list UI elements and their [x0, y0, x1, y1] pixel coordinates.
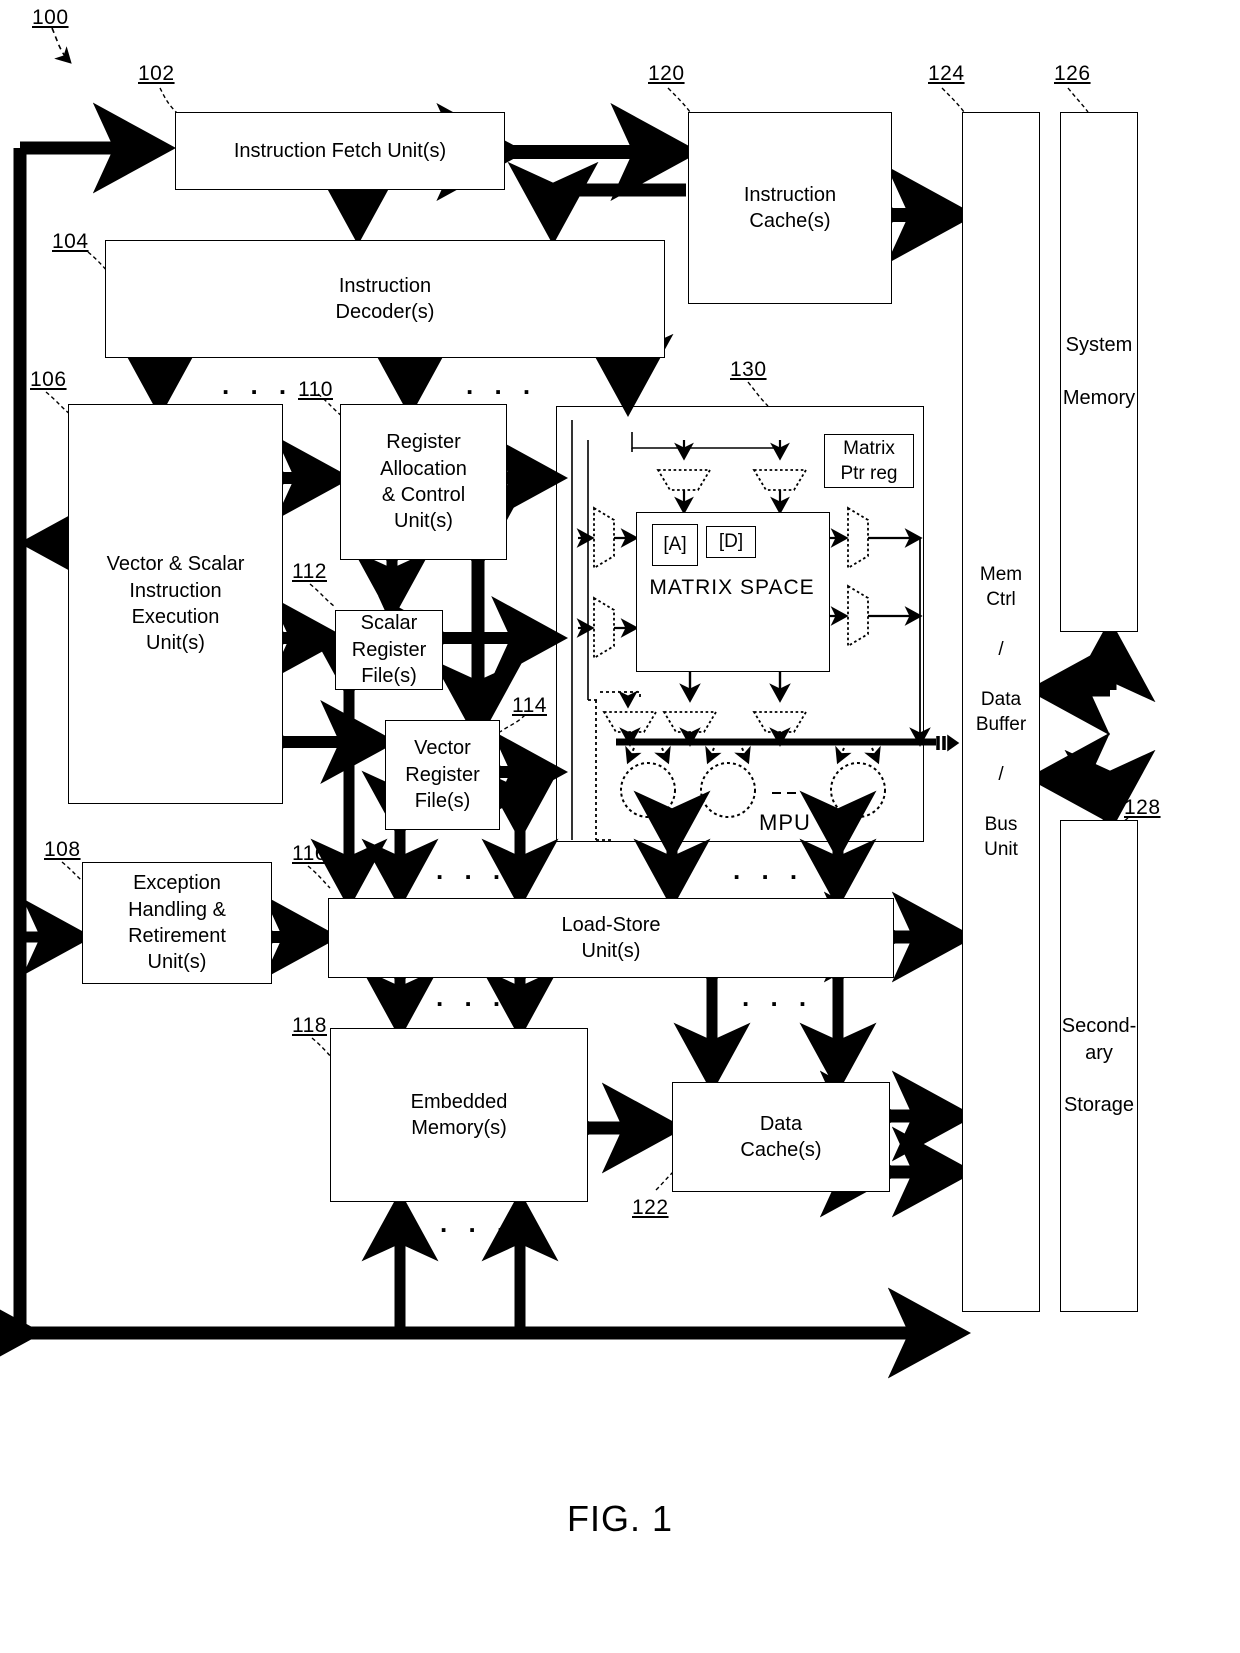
- exception-handling-label: Exception Handling & Retirement Unit(s): [128, 872, 226, 974]
- matrix-space-label: MATRIX SPACE: [649, 576, 815, 599]
- matrix-ptr-reg-box[interactable]: Matrix Ptr reg: [824, 434, 914, 488]
- ellipsis-loadstore-top-left: . . .: [436, 855, 508, 885]
- ellipsis-loadstore-bottom-left: . . .: [436, 982, 508, 1012]
- block-instruction-decoder[interactable]: Instruction Decoder(s): [105, 240, 665, 358]
- block-secondary-storage[interactable]: Second- ary Storage: [1060, 820, 1138, 1312]
- data-cache-label: Data Cache(s): [740, 1112, 822, 1161]
- ref-116: 116: [292, 842, 327, 865]
- mpu-label: MPU: [759, 810, 811, 835]
- matrix-ptr-reg-label: Matrix Ptr reg: [840, 437, 898, 484]
- block-vector-scalar-execution-unit[interactable]: Vector & Scalar Instruction Execution Un…: [68, 404, 283, 804]
- figure-caption: FIG. 1: [566, 1498, 674, 1539]
- secondary-storage-label: Second- ary Storage: [1061, 1015, 1137, 1117]
- block-vector-register-file[interactable]: Vector Register File(s): [385, 720, 500, 830]
- ref-126: 126: [1054, 62, 1091, 85]
- block-load-store-unit[interactable]: Load-Store Unit(s): [328, 898, 894, 978]
- block-instruction-fetch-unit[interactable]: Instruction Fetch Unit(s): [175, 112, 505, 190]
- ref-122: 122: [632, 1196, 669, 1219]
- operand-a-box: [A]: [652, 524, 698, 566]
- ref-100: 100: [32, 6, 69, 29]
- block-exception-handling-retirement-unit[interactable]: Exception Handling & Retirement Unit(s): [82, 862, 272, 984]
- ref-102: 102: [138, 62, 175, 85]
- operand-d-box: [D]: [706, 526, 756, 558]
- load-store-label: Load-Store Unit(s): [561, 913, 661, 962]
- vector-register-file-label: Vector Register File(s): [405, 737, 480, 813]
- block-mem-ctrl-data-buffer-bus-unit[interactable]: Mem Ctrl / Data Buffer / Bus Unit: [962, 112, 1040, 1312]
- ref-120: 120: [648, 62, 685, 85]
- ref-118: 118: [292, 1014, 327, 1037]
- block-embedded-memory[interactable]: Embedded Memory(s): [330, 1028, 588, 1202]
- register-allocation-label: Register Allocation & Control Unit(s): [380, 431, 467, 533]
- block-system-memory[interactable]: System Memory: [1060, 112, 1138, 632]
- ellipsis-loadstore-top-right: . . .: [733, 855, 805, 885]
- instruction-decoder-label: Instruction Decoder(s): [335, 274, 435, 323]
- instruction-cache-label: Instruction Cache(s): [743, 183, 837, 232]
- block-instruction-cache[interactable]: Instruction Cache(s): [688, 112, 892, 304]
- system-memory-label: System Memory: [1062, 334, 1136, 410]
- operand-d-label: [D]: [718, 531, 744, 552]
- block-scalar-register-file[interactable]: Scalar Register File(s): [335, 610, 443, 690]
- ref-106: 106: [30, 368, 67, 391]
- figure-canvas: Instruction Fetch Unit(s) Instruction De…: [0, 0, 1240, 1653]
- embedded-memory-label: Embedded Memory(s): [410, 1090, 508, 1139]
- ref-130: 130: [730, 358, 767, 381]
- ref-112: 112: [292, 560, 327, 583]
- ref-108: 108: [44, 838, 81, 861]
- ref-104: 104: [52, 230, 89, 253]
- mem-ctrl-label: Mem Ctrl / Data Buffer / Bus Unit: [975, 563, 1027, 861]
- ellipsis-decoder-right: . . .: [466, 370, 538, 400]
- ref-110: 110: [298, 378, 333, 401]
- scalar-register-file-label: Scalar Register File(s): [351, 612, 427, 688]
- vector-scalar-exec-label: Vector & Scalar Instruction Execution Un…: [106, 553, 245, 655]
- block-register-allocation-control-unit[interactable]: Register Allocation & Control Unit(s): [340, 404, 507, 560]
- block-data-cache[interactable]: Data Cache(s): [672, 1082, 890, 1192]
- instruction-fetch-label: Instruction Fetch Unit(s): [233, 139, 447, 162]
- ref-114: 114: [512, 694, 547, 717]
- ref-128: 128: [1124, 796, 1161, 819]
- operand-a-label: [A]: [663, 534, 687, 555]
- ref-124: 124: [928, 62, 965, 85]
- ellipsis-loadstore-bottom-right: . . .: [742, 982, 814, 1012]
- ellipsis-decoder-left: . . .: [222, 370, 294, 400]
